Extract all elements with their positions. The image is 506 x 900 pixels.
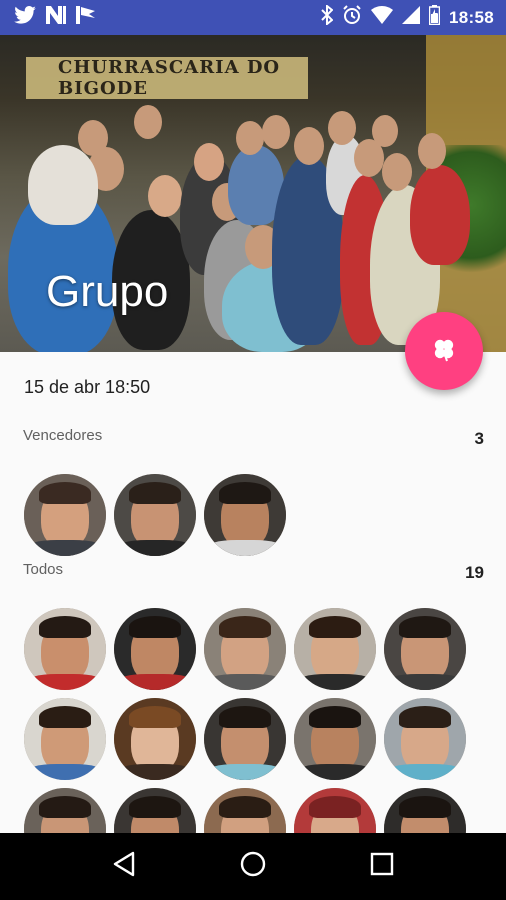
person [372,115,398,147]
draw-lucky-button[interactable] [405,312,483,390]
winner-avatar[interactable] [204,474,286,556]
all-members-scroll[interactable] [0,600,506,833]
member-avatar[interactable] [294,788,376,833]
member-avatar[interactable] [294,608,376,690]
member-avatar[interactable] [114,788,196,833]
member-avatar[interactable] [114,608,196,690]
winners-count: 3 [474,429,484,448]
person [148,175,182,217]
back-button[interactable] [94,837,154,897]
member-avatar[interactable] [24,698,106,780]
home-icon [239,850,267,883]
person [410,165,470,265]
wifi-icon [371,6,394,29]
recents-icon [369,851,395,882]
draw-date: 15 de abr 18:50 [24,377,151,397]
winners-label: Vencedores [23,427,103,444]
winner-avatar[interactable] [24,474,106,556]
person [418,133,446,169]
member-avatar[interactable] [204,698,286,780]
battery-icon [428,5,441,30]
twitter-icon [14,6,36,29]
flag-app-icon [76,6,96,29]
person [78,120,108,156]
recents-button[interactable] [352,837,412,897]
group-title: Grupo [46,267,169,316]
winner-avatar[interactable] [114,474,196,556]
member-avatar[interactable] [24,788,106,833]
person [328,111,356,145]
group-header-image: CHURRASCARIA DO BIGODE Grupo [0,35,506,352]
navigation-bar [0,833,506,900]
all-label: Todos [23,561,64,578]
person [28,145,98,225]
member-avatar[interactable] [294,698,376,780]
signal-icon [402,6,421,29]
member-avatar[interactable] [384,698,466,780]
member-avatar[interactable] [384,788,466,833]
member-avatar[interactable] [114,698,196,780]
n-app-icon [46,6,66,29]
alarm-icon [342,5,362,30]
back-icon [111,850,137,883]
person [382,153,412,191]
restaurant-sign: CHURRASCARIA DO BIGODE [26,57,308,99]
all-count: 19 [465,563,484,582]
person [134,105,162,139]
member-avatar[interactable] [204,608,286,690]
person [294,127,324,165]
winners-grid [24,474,466,556]
member-avatar[interactable] [24,608,106,690]
person [236,121,264,155]
member-avatar[interactable] [384,608,466,690]
member-avatar[interactable] [204,788,286,833]
all-members-grid [24,608,466,833]
clock-time: 18:58 [449,7,494,27]
bluetooth-icon [321,3,334,30]
status-bar: 18:58 [0,0,506,35]
person [262,115,290,149]
home-button[interactable] [223,837,283,897]
clover-icon [431,337,457,366]
person [194,143,224,181]
